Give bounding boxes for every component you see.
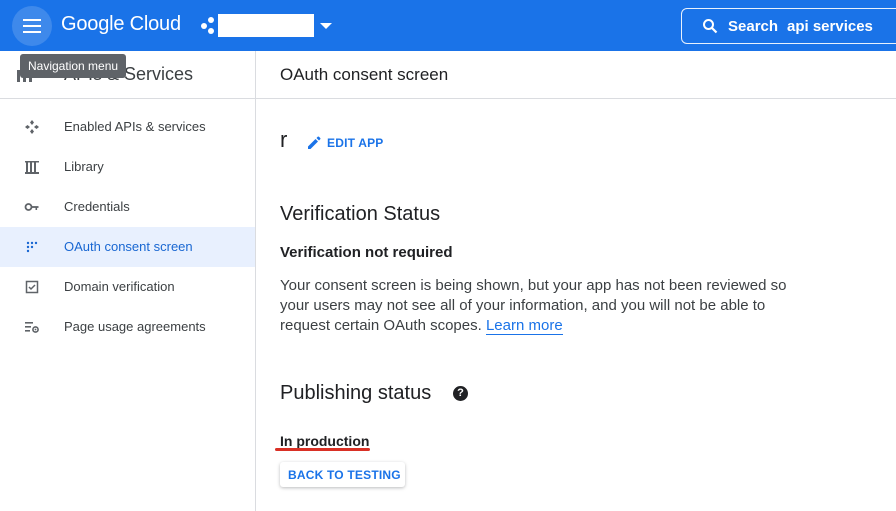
sidebar-item-label: OAuth consent screen (64, 239, 193, 254)
sidebar-item-oauth-consent-screen[interactable]: OAuth consent screen (0, 227, 255, 267)
sidebar-item-credentials[interactable]: Credentials (0, 187, 255, 227)
app-name: r (280, 127, 288, 152)
sidebar-item-label: Enabled APIs & services (64, 119, 206, 134)
pencil-icon (308, 136, 321, 149)
google-cloud-logo[interactable]: Google Cloud (61, 13, 181, 36)
sidebar-item-label: Domain verification (64, 279, 175, 294)
verification-description: Your consent screen is being shown, but … (280, 276, 800, 336)
hamburger-line (23, 31, 41, 33)
page-header: OAuth consent screen (256, 51, 896, 99)
project-icon[interactable] (201, 17, 217, 35)
project-name-redacted[interactable] (218, 14, 314, 37)
hamburger-menu-button[interactable] (12, 6, 52, 46)
checkbox-icon (25, 280, 39, 294)
hamburger-line (23, 19, 41, 21)
chevron-down-icon[interactable] (320, 23, 332, 29)
consent-screen-icon (26, 241, 38, 253)
sidebar: APIs & Services Enabled APIs & services … (0, 51, 256, 511)
sidebar-item-page-usage-agreements[interactable]: Page usage agreements (0, 307, 255, 347)
top-bar: Google Cloud Search api services (0, 0, 896, 51)
sidebar-item-enabled-apis[interactable]: Enabled APIs & services (0, 107, 255, 147)
search-query[interactable]: api services (787, 18, 873, 35)
page-title: OAuth consent screen (280, 65, 449, 84)
library-icon (25, 161, 39, 174)
back-to-testing-button[interactable]: BACK TO TESTING (280, 462, 405, 487)
publishing-status-value: In production (280, 433, 370, 449)
help-icon[interactable]: ? (453, 386, 468, 401)
search-bar[interactable]: Search api services (681, 8, 896, 44)
settings-list-icon (25, 322, 39, 333)
navigation-menu-tooltip: Navigation menu (20, 54, 127, 78)
api-hub-icon (25, 120, 39, 134)
back-to-testing-label: BACK TO TESTING (288, 468, 401, 482)
annotation-underline (275, 448, 370, 451)
search-icon (703, 19, 718, 34)
sidebar-item-label: Page usage agreements (64, 319, 206, 334)
verification-status-value: Verification not required (280, 244, 453, 261)
learn-more-link[interactable]: Learn more (485, 317, 563, 335)
sidebar-item-domain-verification[interactable]: Domain verification (0, 267, 255, 307)
sidebar-item-library[interactable]: Library (0, 147, 255, 187)
edit-app-label: EDIT APP (327, 136, 384, 150)
key-icon (24, 203, 39, 211)
verification-status-heading: Verification Status (280, 203, 441, 225)
sidebar-item-label: Credentials (64, 199, 130, 214)
publishing-status-heading: Publishing status (280, 382, 432, 404)
sidebar-item-label: Library (64, 159, 104, 174)
hamburger-line (23, 25, 41, 27)
search-label: Search (728, 18, 779, 35)
